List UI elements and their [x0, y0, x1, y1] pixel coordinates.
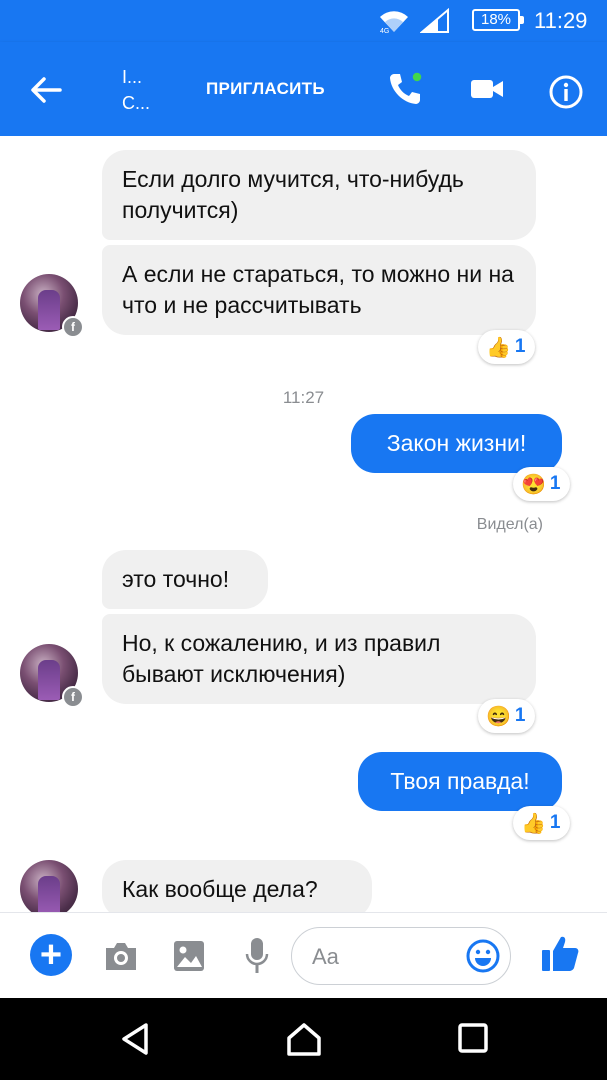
- name-line-2: C...: [122, 93, 151, 113]
- back-arrow-icon[interactable]: [26, 72, 66, 108]
- message-bubble-incoming[interactable]: А если не стараться, то можно ни на что …: [102, 245, 536, 335]
- video-camera-icon[interactable]: [470, 76, 504, 102]
- message-bubble-outgoing[interactable]: Твоя правда!: [358, 752, 562, 811]
- signal-icon: [420, 8, 449, 33]
- nav-home-icon[interactable]: [285, 1021, 323, 1057]
- reaction-count: 1: [514, 336, 526, 357]
- microphone-icon[interactable]: [244, 937, 270, 975]
- message-list[interactable]: Если долго мучится, что-нибудь получится…: [0, 136, 607, 912]
- wifi-icon: 4G: [380, 11, 408, 34]
- reaction-badge[interactable]: 👍 1: [478, 330, 536, 364]
- thumbs-up-reaction-icon: 👍: [486, 336, 511, 359]
- reaction-badge[interactable]: 😄 1: [478, 699, 536, 733]
- message-text: Если долго мучится, что-нибудь получится…: [122, 166, 464, 223]
- chat-header: I... C... ПРИГЛАСИТЬ: [0, 42, 607, 136]
- svg-text:4G: 4G: [380, 28, 389, 34]
- messenger-badge-icon: f: [62, 686, 84, 708]
- message-bubble-incoming[interactable]: Но, к сожалению, и из правил бывают искл…: [102, 614, 536, 704]
- seen-indicator: Видел(а): [476, 516, 543, 533]
- message-text: это точно!: [122, 566, 230, 592]
- message-text: Но, к сожалению, и из правил бывают искл…: [122, 630, 441, 687]
- battery-indicator: 18%: [472, 9, 524, 31]
- message-text: Как вообще дела?: [122, 876, 318, 902]
- image-icon[interactable]: [172, 939, 206, 973]
- reaction-count: 1: [514, 705, 526, 726]
- message-text: Твоя правда!: [390, 768, 530, 794]
- avatar[interactable]: [20, 860, 78, 912]
- info-icon[interactable]: [548, 74, 584, 110]
- message-text: А если не стараться, то можно ни на что …: [122, 261, 514, 318]
- message-bubble-outgoing[interactable]: Закон жизни!: [351, 414, 562, 473]
- name-line-1: I...: [122, 67, 143, 87]
- camera-icon[interactable]: [102, 939, 140, 973]
- nav-recents-icon[interactable]: [456, 1021, 490, 1055]
- message-composer: +: [0, 912, 607, 999]
- status-bar: 4G 18% 11:29: [0, 0, 607, 42]
- reaction-count: 1: [549, 473, 561, 494]
- message-bubble-incoming[interactable]: это точно!: [102, 550, 268, 609]
- invite-button[interactable]: ПРИГЛАСИТЬ: [206, 79, 325, 99]
- reaction-count: 1: [549, 812, 561, 833]
- message-input[interactable]: [310, 938, 464, 976]
- plus-icon[interactable]: +: [30, 934, 72, 976]
- grinning-reaction-icon: 😄: [486, 705, 511, 728]
- nav-back-icon[interactable]: [118, 1021, 152, 1057]
- heart-eyes-reaction-icon: 😍: [521, 473, 546, 496]
- status-time: 11:29: [534, 8, 588, 33]
- messenger-badge-icon: f: [62, 316, 84, 338]
- reaction-badge[interactable]: 👍 1: [513, 806, 571, 840]
- emoji-icon[interactable]: [466, 939, 500, 973]
- message-text: Закон жизни!: [386, 430, 527, 456]
- message-bubble-incoming[interactable]: Если долго мучится, что-нибудь получится…: [102, 150, 536, 240]
- conversation-names[interactable]: I... C...: [122, 64, 150, 116]
- message-bubble-incoming[interactable]: Как вообще дела?: [102, 860, 372, 912]
- thumbs-up-icon[interactable]: [540, 933, 580, 973]
- phone-icon[interactable]: [386, 70, 424, 108]
- system-navigation-bar: [0, 998, 607, 1080]
- message-input-wrapper[interactable]: [291, 927, 511, 985]
- battery-level: 18%: [480, 11, 512, 28]
- thumbs-up-reaction-icon: 👍: [521, 812, 546, 835]
- timestamp: 11:27: [282, 388, 325, 407]
- reaction-badge[interactable]: 😍 1: [513, 467, 571, 501]
